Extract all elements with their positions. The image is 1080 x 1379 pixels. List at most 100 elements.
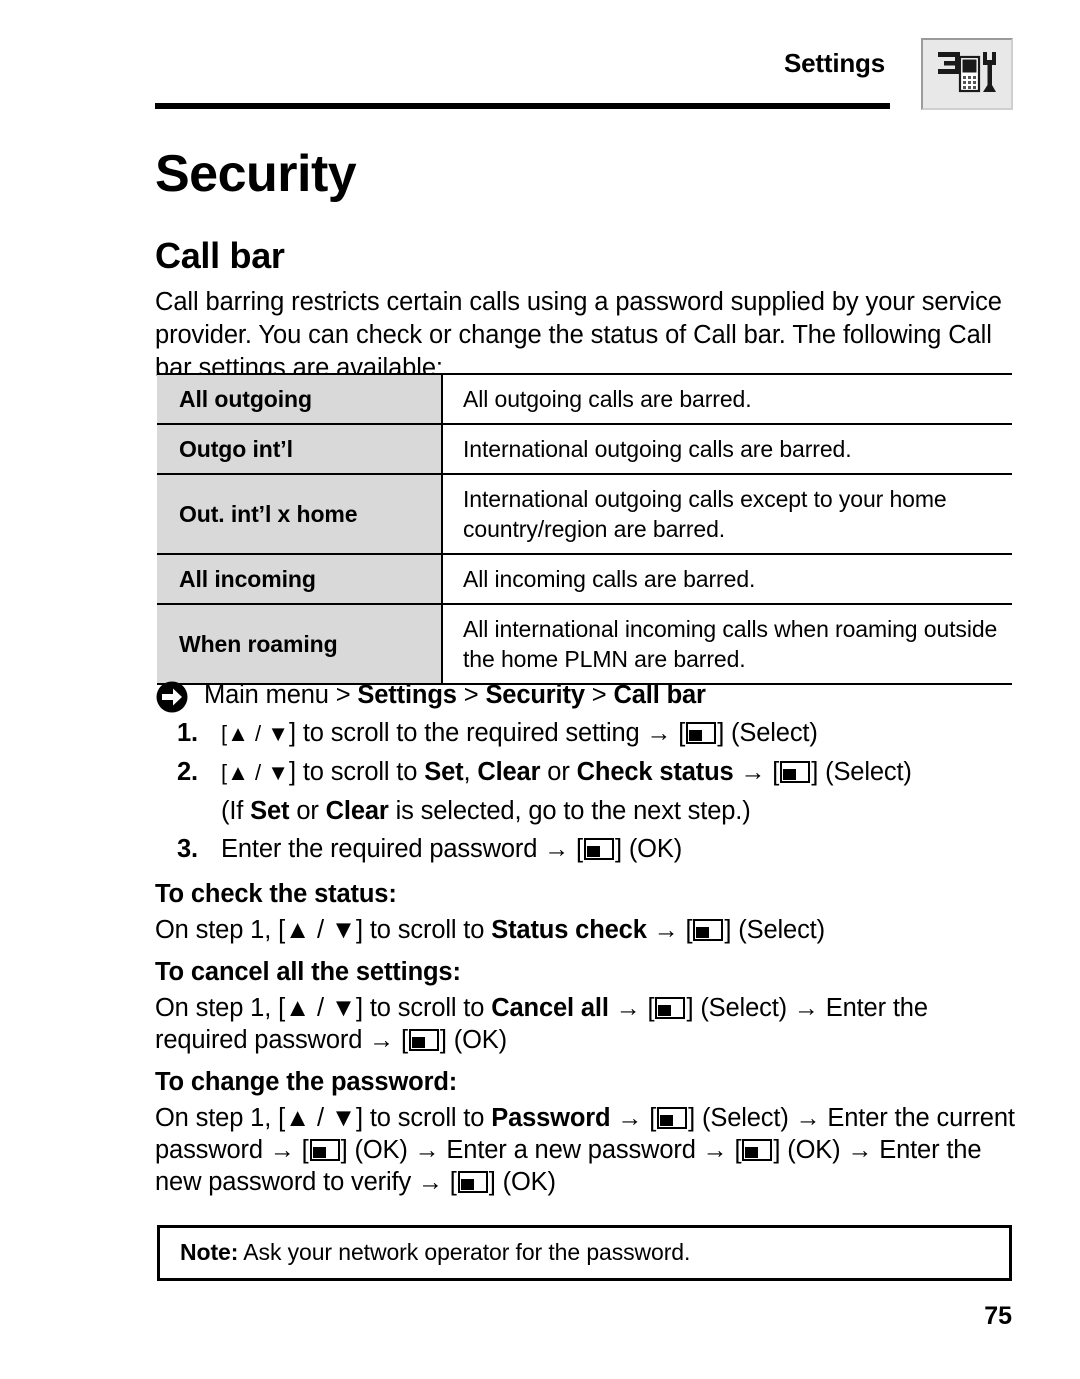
bracket-open-glyph: [ <box>772 758 780 786</box>
bracket-open-glyph: [ <box>301 1136 309 1164</box>
arrow-right-glyph: → <box>795 1104 821 1132</box>
change-password-pre: On step 1, [▲ / ▼] to scroll to <box>155 1104 492 1132</box>
step-3: 3. Enter the required password → [] (OK) <box>155 830 1020 868</box>
step-2-number: 2. <box>177 758 198 786</box>
arrow-right-glyph: → <box>418 1168 443 1196</box>
chapter-title: Security <box>155 144 357 203</box>
substep-bold-set: Set <box>250 797 290 825</box>
step-2: 2. [▲ / ▼] to scroll to Set, Clear or Che… <box>155 753 1020 792</box>
softkey-icon <box>742 1139 773 1161</box>
softkey-icon <box>583 838 614 860</box>
softkey-icon <box>780 761 811 783</box>
cancel-all-post: ] (OK) <box>439 1026 508 1054</box>
softkey-icon <box>686 722 717 744</box>
softkey-icon <box>655 997 686 1019</box>
table-cell-value: All incoming calls are barred. <box>442 554 1012 605</box>
nav-path-call-bar: Call bar <box>613 681 706 709</box>
softkey-icon <box>408 1029 439 1051</box>
step-2-post: ] (Select) <box>811 758 912 786</box>
arrow-right-glyph: → <box>740 758 766 786</box>
table-row: Out. int’l x home International outgoing… <box>157 474 1012 555</box>
intro-paragraph: Call barring restricts certain calls usi… <box>155 287 1002 382</box>
nav-path-settings: Settings <box>357 681 457 709</box>
softkey-icon <box>657 1107 688 1129</box>
arrow-right-glyph: → <box>269 1136 295 1164</box>
table-row: All outgoing All outgoing calls are barr… <box>157 373 1012 425</box>
nav-path-prefix: Main menu > <box>204 681 358 709</box>
step-3-number: 3. <box>177 835 198 863</box>
bracket-open-glyph: [ <box>678 719 686 747</box>
change-password-seg7: ] (OK) <box>488 1168 556 1196</box>
note-label: Note: <box>180 1239 239 1265</box>
change-password-body: On step 1, [▲ / ▼] to scroll to Password… <box>155 1102 1020 1198</box>
table-cell-key: Outgo int’l <box>157 424 443 475</box>
arrow-right-glyph: → <box>544 835 570 863</box>
bracket-open-glyph: [ <box>449 1168 457 1196</box>
table-cell-value: International outgoing calls except to y… <box>442 474 1012 555</box>
check-status-body: On step 1, [▲ / ▼] to scroll to Status c… <box>155 914 1020 946</box>
substep-post: is selected, go to the next step.) <box>388 797 751 825</box>
table-row: When roaming All international incoming … <box>157 604 1012 685</box>
table-cell-key: When roaming <box>157 604 443 685</box>
arrow-right-glyph: → <box>847 1136 873 1164</box>
bracket-open-glyph: [ <box>576 835 583 863</box>
substep-bold-clear: Clear <box>325 797 389 825</box>
bracket-open-glyph: [ <box>685 916 693 944</box>
step-2-note: (If Set or Clear is selected, go to the … <box>155 792 1020 830</box>
steps-list: 1. [▲ / ▼] to scroll to the required sett… <box>155 714 1020 792</box>
header-rule <box>155 103 890 109</box>
softkey-icon <box>309 1139 340 1161</box>
table-row: Outgo int’l International outgoing calls… <box>157 424 1012 475</box>
arrow-right-glyph: → <box>793 994 819 1022</box>
step-1-pre: ] to scroll to the required setting <box>289 719 647 747</box>
cancel-all-body: On step 1, [▲ / ▼] to scroll to Cancel a… <box>155 992 1020 1056</box>
step-2-option-check-status: Check status <box>576 758 734 786</box>
cancel-all-pre: On step 1, [▲ / ▼] to scroll to <box>155 994 492 1022</box>
arrow-right-glyph: → <box>653 916 679 944</box>
substep-pre: (If <box>221 797 251 825</box>
arrow-right-glyph: → <box>702 1136 728 1164</box>
bracket-open-glyph: [ <box>647 994 655 1022</box>
softkey-icon <box>693 919 724 941</box>
step-2-option-set: Set <box>424 758 464 786</box>
arrow-right-glyph: → <box>646 719 672 747</box>
cancel-all-mid: ] (Select) <box>686 994 794 1022</box>
call-bar-settings-table: All outgoing All outgoing calls are barr… <box>157 373 1012 685</box>
step-1-keys: [▲ / ▼ <box>221 721 289 746</box>
change-password-option: Password <box>491 1104 611 1132</box>
navigation-path: Main menu > Settings > Security > Call b… <box>155 676 1020 714</box>
arrow-right-glyph: → <box>615 994 641 1022</box>
step-2-option-clear: Clear <box>477 758 541 786</box>
table-cell-key: All incoming <box>157 554 443 605</box>
check-status-pre: On step 1, [▲ / ▼] to scroll to <box>155 916 492 944</box>
table-cell-value: All international incoming calls when ro… <box>442 604 1012 685</box>
arrow-right-circle-icon <box>155 680 189 714</box>
header-title: Settings <box>784 48 885 78</box>
check-status-post: ] (Select) <box>724 916 825 944</box>
arrow-right-glyph: → <box>617 1104 643 1132</box>
step-1-post: ] (Select) <box>717 719 818 747</box>
substep-mid: or <box>289 797 326 825</box>
check-status-option: Status check <box>491 916 647 944</box>
page-header: Settings <box>155 38 1013 110</box>
table-row: All incoming All incoming calls are barr… <box>157 554 1012 605</box>
note-text: Ask your network operator for the passwo… <box>238 1239 691 1265</box>
arrow-right-glyph: → <box>414 1136 440 1164</box>
step-3-post: ] (OK) <box>614 835 683 863</box>
table-cell-key: All outgoing <box>157 373 443 425</box>
nav-sep-2: > <box>584 681 614 709</box>
bracket-open-glyph: [ <box>649 1104 657 1132</box>
step-1-number: 1. <box>177 719 198 747</box>
settings-tools-icon <box>921 38 1013 110</box>
change-password-seg4: Enter a new password <box>439 1136 703 1164</box>
softkey-icon <box>457 1171 488 1193</box>
step-2-mid-a: , <box>463 758 478 786</box>
table-cell-value: All outgoing calls are barred. <box>442 373 1012 425</box>
steps-list-continued: 3. Enter the required password → [] (OK) <box>155 830 1020 868</box>
cancel-all-option: Cancel all <box>491 994 609 1022</box>
note-box: Note: Ask your network operator for the … <box>157 1225 1012 1281</box>
section-title: Call bar <box>155 234 285 276</box>
change-password-seg3: ] (OK) <box>340 1136 415 1164</box>
nav-sep-1: > <box>456 681 486 709</box>
bracket-open-glyph: [ <box>400 1026 408 1054</box>
